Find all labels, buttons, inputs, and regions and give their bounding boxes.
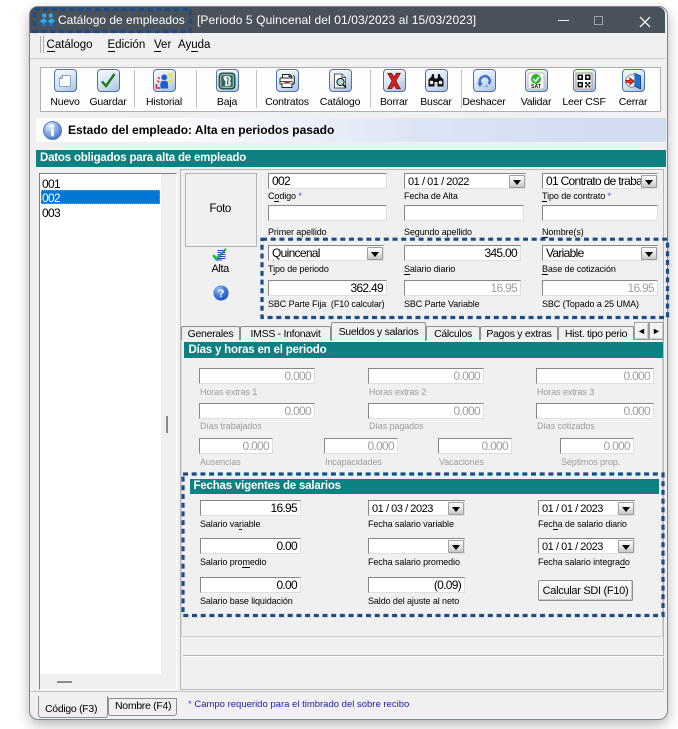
svg-text:?: ?: [218, 288, 225, 300]
svg-text:SAT: SAT: [531, 83, 542, 89]
